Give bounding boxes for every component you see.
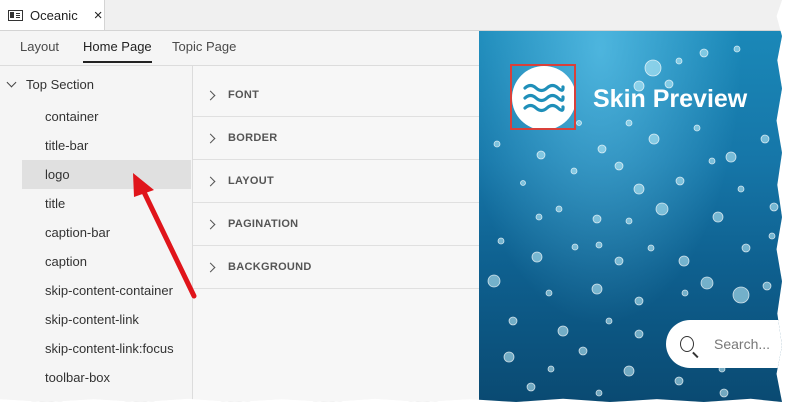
chevron-right-icon — [205, 90, 216, 100]
property-group-label: PAGINATION — [228, 218, 299, 230]
property-group-label: FONT — [228, 89, 260, 101]
chevron-right-icon — [205, 262, 216, 272]
tree-item-title-bar[interactable]: title-bar — [22, 131, 191, 160]
property-group-layout[interactable]: LAYOUT — [193, 160, 479, 203]
document-tab-bar: Oceanic × — [0, 0, 782, 31]
property-group-label: BACKGROUND — [228, 261, 312, 273]
property-group-label: LAYOUT — [228, 175, 275, 187]
close-icon[interactable]: × — [94, 7, 103, 24]
preview-title: Skin Preview — [593, 85, 748, 113]
chevron-down-icon — [6, 77, 17, 88]
tree-item-container[interactable]: container — [22, 102, 191, 131]
chevron-right-icon — [205, 133, 216, 143]
tree-section-label: Top Section — [26, 77, 94, 92]
editor-tabs: Layout Home Page Topic Page — [0, 31, 479, 66]
tree-item-toolbar-box[interactable]: toolbar-box — [22, 363, 191, 392]
chevron-right-icon — [205, 219, 216, 229]
property-group-background[interactable]: BACKGROUND — [193, 246, 479, 289]
skin-document-icon — [8, 9, 23, 21]
tree-item-skip-content-link-focus[interactable]: skip-content-link:focus — [22, 334, 191, 363]
search-input[interactable] — [712, 335, 782, 353]
tab-home-page[interactable]: Home Page — [83, 39, 152, 63]
tree-section-top[interactable]: Top Section — [6, 77, 94, 92]
property-group-label: BORDER — [228, 132, 278, 144]
tree-item-toolbar[interactable]: toolbar — [22, 392, 191, 402]
application-window: Oceanic × Layout Home Page Topic Page To… — [0, 0, 782, 402]
property-group-border[interactable]: BORDER — [193, 117, 479, 160]
properties-panel: FONT BORDER LAYOUT PAGINATION BACKGROUND — [193, 66, 479, 402]
tab-layout[interactable]: Layout — [20, 39, 59, 61]
document-tab-label: Oceanic — [30, 7, 78, 23]
chevron-right-icon — [205, 176, 216, 186]
annotation-arrow — [133, 173, 197, 299]
document-tab-oceanic[interactable]: Oceanic × — [0, 0, 105, 30]
tab-topic-page[interactable]: Topic Page — [172, 39, 236, 61]
skin-preview-panel: Skin Preview — [479, 31, 782, 402]
property-group-pagination[interactable]: PAGINATION — [193, 203, 479, 246]
property-group-font[interactable]: FONT — [193, 74, 479, 117]
search-icon — [680, 336, 694, 352]
preview-search-box[interactable] — [666, 320, 782, 368]
tree-item-skip-content-link[interactable]: skip-content-link — [22, 305, 191, 334]
logo-highlight-box — [510, 64, 576, 130]
